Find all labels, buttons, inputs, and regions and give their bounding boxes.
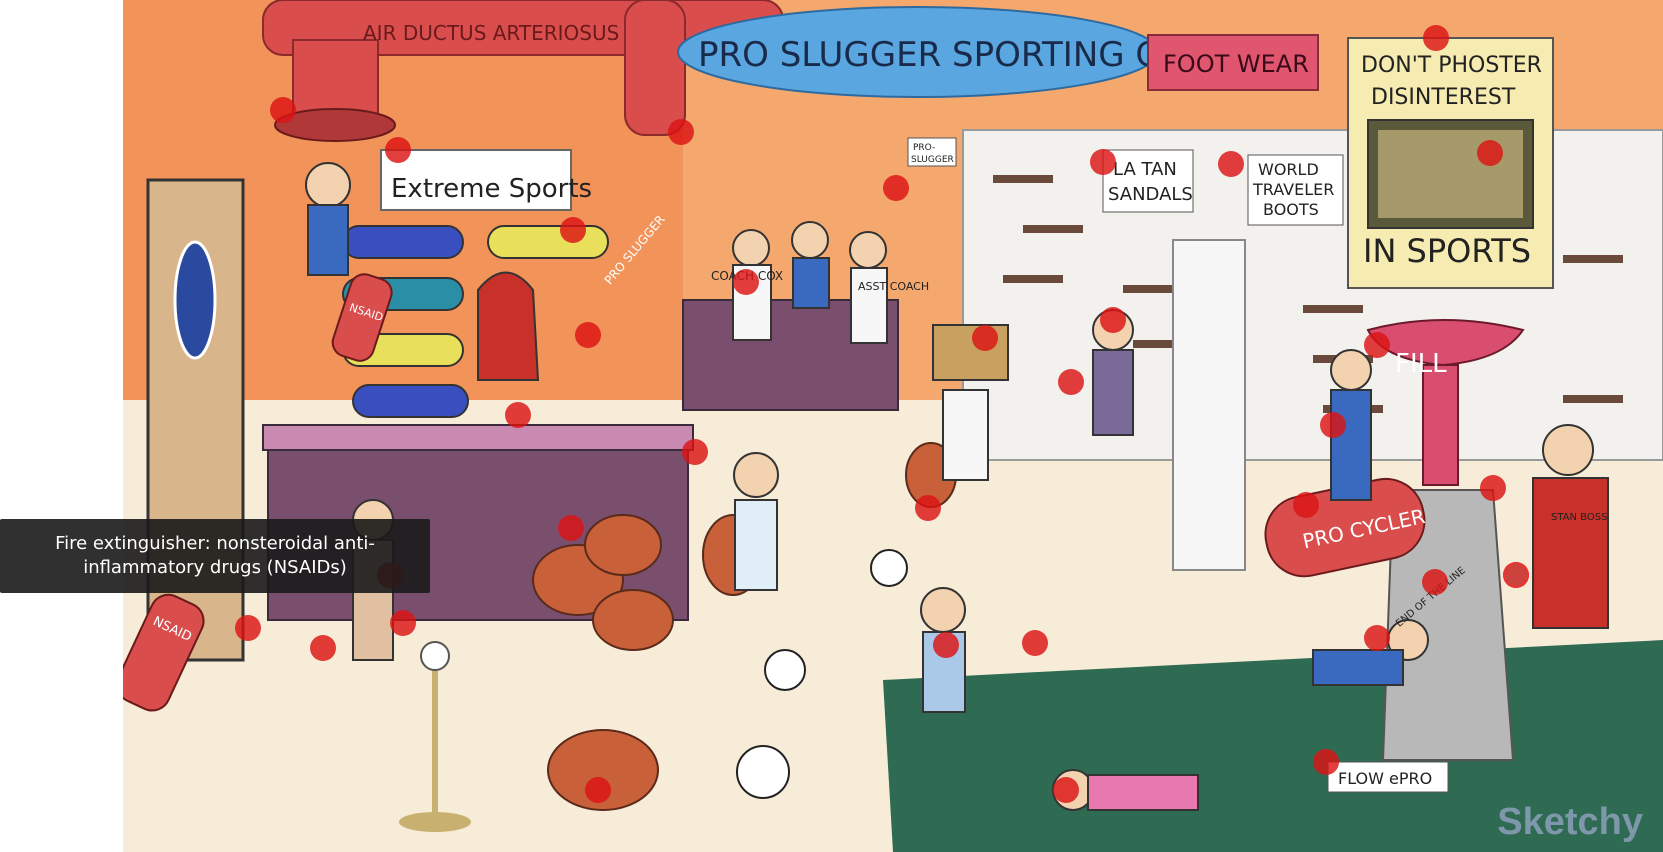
hotspot-marker[interactable] bbox=[1058, 369, 1084, 395]
hotspot-marker[interactable] bbox=[560, 217, 586, 243]
hotspot-marker[interactable] bbox=[1313, 749, 1339, 775]
hotspot-marker[interactable] bbox=[235, 615, 261, 641]
hotspot-marker[interactable] bbox=[390, 610, 416, 636]
hotspot-marker[interactable] bbox=[270, 97, 296, 123]
hotspot-marker[interactable] bbox=[1364, 625, 1390, 651]
hotspot-marker[interactable] bbox=[1320, 412, 1346, 438]
illustration: AIR DUCTUS ARTERIOSUS PRO SLUGGER SPORTI… bbox=[123, 0, 1663, 852]
hotspot-marker[interactable] bbox=[1423, 25, 1449, 51]
hotspot-marker[interactable] bbox=[385, 137, 411, 163]
hotspot-marker[interactable] bbox=[310, 635, 336, 661]
asst-coach-label: ASST COACH bbox=[858, 280, 929, 293]
hotspot-marker[interactable] bbox=[505, 402, 531, 428]
duct-label: AIR DUCTUS ARTERIOSUS bbox=[363, 21, 619, 45]
hotspot-marker[interactable] bbox=[668, 119, 694, 145]
poster-line1: DON'T PHOSTER bbox=[1361, 53, 1542, 78]
hotspot-marker[interactable] bbox=[933, 632, 959, 658]
footwear-sign: FOOT WEAR bbox=[1163, 50, 1309, 78]
bat-sign-line1: PRO- bbox=[913, 143, 935, 153]
hotspot-marker[interactable] bbox=[733, 269, 759, 295]
hotspot-marker[interactable] bbox=[1100, 307, 1126, 333]
hotspot-marker[interactable] bbox=[585, 777, 611, 803]
hotspot-marker[interactable] bbox=[883, 175, 909, 201]
bat-sign-line2: SLUGGER bbox=[911, 155, 954, 165]
boots-line2: TRAVELER bbox=[1252, 180, 1334, 199]
hotspot-marker[interactable] bbox=[682, 439, 708, 465]
hotspot-marker[interactable] bbox=[1503, 562, 1529, 588]
hotspot-marker[interactable] bbox=[1022, 630, 1048, 656]
poster-line2: DISINTEREST bbox=[1371, 85, 1516, 110]
stan-boss-label: STAN BOSS bbox=[1551, 512, 1607, 523]
sandals-line1: LA TAN bbox=[1113, 159, 1177, 180]
hotspot-marker[interactable] bbox=[1293, 492, 1319, 518]
hotspot-marker[interactable] bbox=[1364, 332, 1390, 358]
boots-line3: BOOTS bbox=[1263, 200, 1319, 219]
hotspot-tooltip: Fire extinguisher: nonsteroidal anti-inf… bbox=[0, 519, 430, 593]
fill-label: FILL bbox=[1395, 349, 1447, 379]
sketchy-watermark: Sketchy bbox=[1497, 801, 1643, 843]
flow-epro-label: FLOW ePRO bbox=[1338, 769, 1432, 788]
hotspot-marker[interactable] bbox=[1422, 569, 1448, 595]
hotspot-marker[interactable] bbox=[1053, 777, 1079, 803]
boots-line1: WORLD bbox=[1258, 160, 1319, 179]
hotspot-marker[interactable] bbox=[1090, 149, 1116, 175]
extreme-sports-sign: Extreme Sports bbox=[391, 174, 592, 204]
poster-line3: IN SPORTS bbox=[1363, 232, 1531, 270]
hotspot-marker[interactable] bbox=[1480, 475, 1506, 501]
scene-illustration: AIR DUCTUS ARTERIOSUS PRO SLUGGER SPORTI… bbox=[123, 0, 1663, 852]
hotspot-marker[interactable] bbox=[1477, 140, 1503, 166]
sandals-line2: SANDALS bbox=[1108, 184, 1193, 205]
hotspot-marker[interactable] bbox=[558, 515, 584, 541]
hotspot-marker[interactable] bbox=[972, 325, 998, 351]
hotspot-marker[interactable] bbox=[575, 322, 601, 348]
tooltip-text: Fire extinguisher: nonsteroidal anti-inf… bbox=[55, 533, 375, 578]
hotspot-marker[interactable] bbox=[1218, 151, 1244, 177]
hotspot-marker[interactable] bbox=[915, 495, 941, 521]
